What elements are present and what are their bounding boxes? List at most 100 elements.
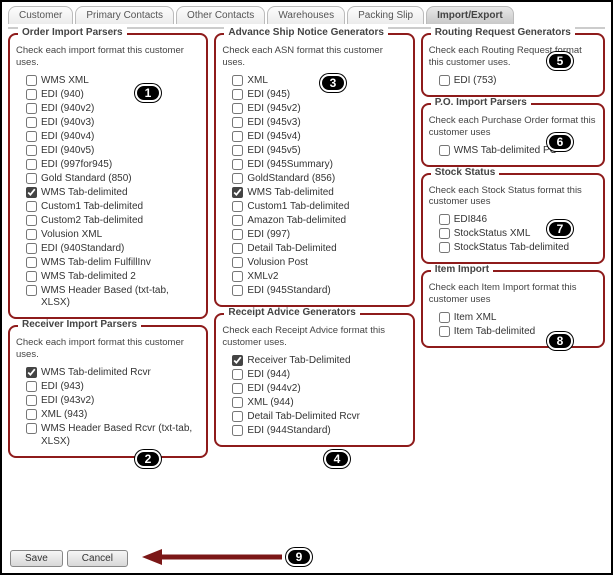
tab-primary-contacts[interactable]: Primary Contacts	[75, 6, 174, 24]
option-label: Volusion XML	[41, 229, 102, 242]
panel-desc: Check each import format this customer u…	[16, 45, 200, 69]
option-checkbox[interactable]	[232, 243, 243, 254]
tab-other-contacts[interactable]: Other Contacts	[176, 6, 265, 24]
option-checkbox[interactable]	[232, 173, 243, 184]
option-row: Custom2 Tab-delimited	[26, 215, 200, 228]
option-row: EDI (940v3)	[26, 117, 200, 130]
option-checkbox[interactable]	[26, 187, 37, 198]
option-checkbox[interactable]	[26, 285, 37, 296]
panel-desc: Check each import format this customer u…	[16, 337, 200, 361]
option-checkbox[interactable]	[439, 312, 450, 323]
option-row: EDI (943v2)	[26, 395, 200, 408]
option-checkbox[interactable]	[439, 145, 450, 156]
option-checkbox[interactable]	[232, 425, 243, 436]
option-label: Item Tab-delimited	[454, 326, 536, 339]
option-label: EDI (944)	[247, 369, 290, 382]
option-checkbox[interactable]	[232, 187, 243, 198]
option-checkbox[interactable]	[26, 131, 37, 142]
option-checkbox[interactable]	[26, 229, 37, 240]
panel-title: Receipt Advice Generators	[224, 307, 359, 318]
option-checkbox[interactable]	[232, 397, 243, 408]
option-checkbox[interactable]	[232, 383, 243, 394]
tab-packing-slip[interactable]: Packing Slip	[347, 6, 424, 24]
option-row: EDI (997for945)	[26, 159, 200, 172]
option-row: EDI (945v5)	[232, 145, 406, 158]
option-row: Item XML	[439, 312, 597, 325]
option-checkbox[interactable]	[26, 215, 37, 226]
option-checkbox[interactable]	[232, 271, 243, 282]
option-checkbox[interactable]	[26, 89, 37, 100]
option-checkbox[interactable]	[26, 409, 37, 420]
option-row: Detail Tab-Delimited	[232, 243, 406, 256]
option-checkbox[interactable]	[232, 229, 243, 240]
option-checkbox[interactable]	[26, 173, 37, 184]
option-label: WMS Tab-delimited	[247, 187, 334, 200]
option-checkbox[interactable]	[232, 215, 243, 226]
option-checkbox[interactable]	[232, 145, 243, 156]
option-row: StockStatus Tab-delimited	[439, 242, 597, 255]
option-row: EDI (944Standard)	[232, 425, 406, 438]
option-checkbox[interactable]	[26, 381, 37, 392]
panel-title: P.O. Import Parsers	[431, 97, 531, 108]
callout-marker: 3	[320, 74, 346, 92]
option-row: XML (944)	[232, 397, 406, 410]
option-checkbox[interactable]	[439, 242, 450, 253]
option-checkbox[interactable]	[439, 326, 450, 337]
option-row: EDI (944)	[232, 369, 406, 382]
option-checkbox[interactable]	[26, 243, 37, 254]
option-label: WMS Tab-delim FulfillInv	[41, 257, 151, 270]
option-checkbox[interactable]	[232, 411, 243, 422]
option-checkbox[interactable]	[232, 257, 243, 268]
option-checkbox[interactable]	[26, 423, 37, 434]
tab-bar: CustomerPrimary ContactsOther ContactsWa…	[8, 6, 605, 24]
option-label: WMS Tab-delimited	[41, 187, 128, 200]
option-checkbox[interactable]	[26, 159, 37, 170]
option-checkbox[interactable]	[232, 131, 243, 142]
option-row: Receiver Tab-Delimited	[232, 355, 406, 368]
option-label: GoldStandard (856)	[247, 173, 335, 186]
option-checkbox[interactable]	[232, 89, 243, 100]
option-checkbox[interactable]	[232, 285, 243, 296]
option-label: WMS Header Based Rcvr (txt-tab, XLSX)	[41, 423, 200, 448]
option-checkbox[interactable]	[232, 355, 243, 366]
option-checkbox[interactable]	[26, 201, 37, 212]
arrow-indicator-9: 9	[142, 547, 312, 567]
option-checkbox[interactable]	[439, 228, 450, 239]
option-row: WMS Tab-delimited Rcvr	[26, 367, 200, 380]
option-list: XMLEDI (945)EDI (945v2)EDI (945v3)EDI (9…	[222, 75, 406, 298]
option-label: Custom1 Tab-delimited	[41, 201, 143, 214]
tab-customer[interactable]: Customer	[8, 6, 73, 24]
option-checkbox[interactable]	[26, 117, 37, 128]
option-checkbox[interactable]	[26, 271, 37, 282]
option-checkbox[interactable]	[26, 75, 37, 86]
option-row: WMS Header Based Rcvr (txt-tab, XLSX)	[26, 423, 200, 448]
option-list: EDI (753)	[429, 75, 597, 88]
option-checkbox[interactable]	[232, 159, 243, 170]
option-checkbox[interactable]	[26, 145, 37, 156]
option-checkbox[interactable]	[26, 395, 37, 406]
option-checkbox[interactable]	[232, 103, 243, 114]
option-row: WMS Tab-delim FulfillInv	[26, 257, 200, 270]
option-checkbox[interactable]	[232, 117, 243, 128]
tab-import-export[interactable]: Import/Export	[426, 6, 514, 24]
option-row: EDI (940)	[26, 89, 200, 102]
option-row: Amazon Tab-delimited	[232, 215, 406, 228]
save-button[interactable]: Save	[10, 550, 63, 567]
option-checkbox[interactable]	[439, 214, 450, 225]
option-row: StockStatus XML	[439, 228, 597, 241]
option-label: EDI (945v3)	[247, 117, 300, 130]
option-checkbox[interactable]	[232, 201, 243, 212]
option-label: Gold Standard (850)	[41, 173, 132, 186]
option-label: Receiver Tab-Delimited	[247, 355, 350, 368]
option-checkbox[interactable]	[232, 369, 243, 380]
option-checkbox[interactable]	[26, 367, 37, 378]
tab-warehouses[interactable]: Warehouses	[267, 6, 345, 24]
cancel-button[interactable]: Cancel	[67, 550, 128, 567]
option-checkbox[interactable]	[439, 75, 450, 86]
option-label: EDI (940v5)	[41, 145, 94, 158]
option-label: EDI (945v4)	[247, 131, 300, 144]
option-label: EDI (945v5)	[247, 145, 300, 158]
option-checkbox[interactable]	[26, 103, 37, 114]
option-checkbox[interactable]	[232, 75, 243, 86]
option-checkbox[interactable]	[26, 257, 37, 268]
